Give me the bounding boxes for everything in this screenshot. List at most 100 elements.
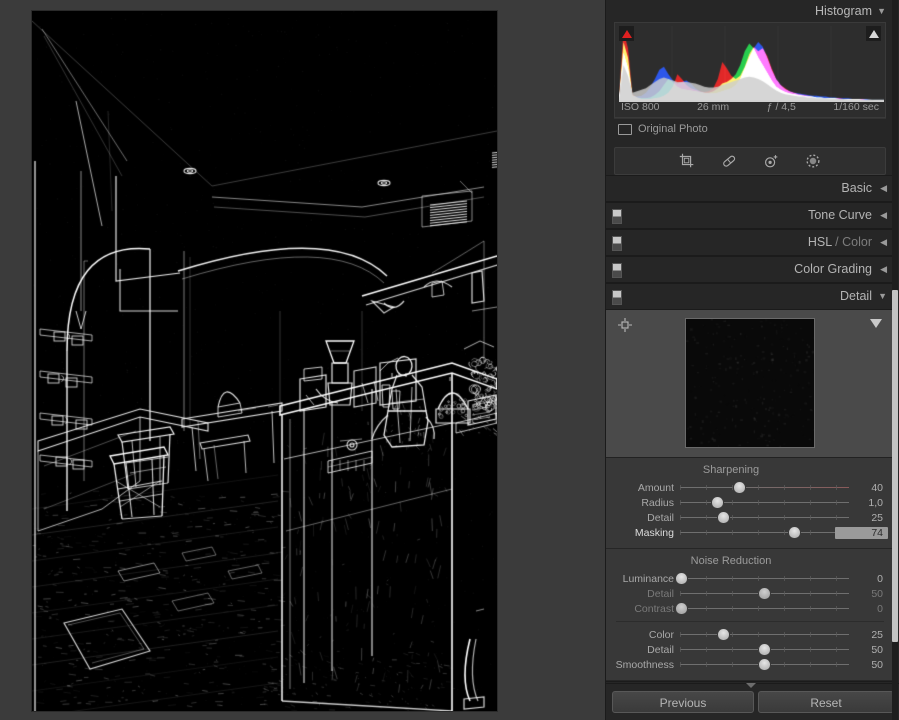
slider-row-detail[interactable]: Detail 25 (612, 510, 888, 525)
slider-ticks (680, 576, 849, 581)
panel-scrollbar-thumb[interactable] (892, 290, 898, 642)
slider-track-color-detail[interactable] (680, 643, 849, 656)
histogram-title: Histogram (815, 4, 872, 18)
preview-arrow-icon[interactable] (870, 319, 882, 328)
slider-handle-luminance-contrast[interactable] (676, 603, 688, 614)
target-adjust-icon[interactable] (618, 318, 632, 332)
panel-switch-color-grading[interactable] (612, 263, 622, 278)
preview-noise-canvas (686, 319, 814, 447)
panel-switch-tone-curve[interactable] (612, 209, 622, 224)
slider-label-luminance-contrast: Contrast (634, 602, 674, 615)
panel-switch-hsl-color[interactable] (612, 236, 622, 251)
nr-divider (616, 621, 884, 622)
panel-header-tone-curve[interactable]: Tone Curve ◀ (606, 202, 894, 229)
previous-button[interactable]: Previous (612, 691, 754, 713)
detail-preview-thumbnail[interactable] (685, 318, 815, 448)
detail-preview-area[interactable] (606, 310, 894, 458)
slider-value-radius[interactable]: 1,0 (849, 497, 888, 509)
slider-track-luminance-contrast[interactable] (676, 602, 849, 615)
slider-row-color-detail[interactable]: Detail 50 (612, 642, 888, 657)
panel-switch-detail[interactable] (612, 290, 622, 305)
slider-row-amount[interactable]: Amount 40 (612, 480, 888, 495)
slider-value-luminance-contrast[interactable]: 0 (849, 603, 888, 615)
chevron-left-icon[interactable]: ◀ (880, 176, 887, 201)
slider-handle-luminance-detail[interactable] (759, 588, 770, 599)
panel-label-tone-curve: Tone Curve (808, 208, 872, 222)
slider-label-amount: Amount (637, 481, 674, 494)
slider-ticks (680, 632, 849, 637)
exif-row: ISO 800 26 mm ƒ / 4,5 1/160 sec (621, 99, 879, 115)
slider-row-luminance-detail[interactable]: Detail 50 (612, 586, 888, 601)
slider-track-luminance-detail[interactable] (680, 587, 849, 600)
slider-track-color[interactable] (680, 628, 849, 641)
histogram-header[interactable]: Histogram ▼ (606, 0, 894, 22)
slider-handle-amount[interactable] (733, 482, 745, 493)
slider-track-radius[interactable] (680, 496, 849, 509)
highlight-clipping-warning-icon[interactable] (866, 26, 881, 41)
slider-value-luminance[interactable]: 0 (849, 573, 888, 585)
panel-header-basic[interactable]: Basic ◀ (606, 175, 894, 202)
slider-track-detail[interactable] (680, 511, 849, 524)
panel-label-color[interactable]: / Color (835, 235, 872, 249)
panel-header-color-grading[interactable]: Color Grading ◀ (606, 256, 894, 283)
slider-handle-masking[interactable] (789, 527, 801, 538)
slider-row-color-smoothness[interactable]: Smoothness 50 (612, 657, 888, 672)
slider-handle-luminance[interactable] (676, 573, 688, 584)
slider-value-color-smoothness[interactable]: 50 (849, 659, 888, 671)
slider-row-masking[interactable]: Masking 74 (612, 525, 888, 540)
slider-row-color[interactable]: Color 25 (612, 627, 888, 642)
slider-value-luminance-detail[interactable]: 50 (849, 588, 888, 600)
slider-value-detail[interactable]: 25 (849, 512, 888, 524)
image-canvas-area (0, 0, 605, 720)
spot-removal-tool[interactable] (720, 152, 738, 170)
slider-value-amount[interactable]: 40 (849, 482, 888, 494)
panel-label-hsl: HSL (807, 235, 832, 249)
slider-track-amount[interactable] (680, 481, 849, 494)
sharpening-group: Sharpening Amount 40 Radius 1,0 Detail 25 Mask… (606, 458, 894, 549)
slider-label-radius: Radius (641, 496, 674, 509)
exif-iso: ISO 800 (621, 101, 660, 113)
masking-overlay-image[interactable] (32, 11, 497, 711)
chevron-left-icon[interactable]: ◀ (880, 203, 887, 228)
panel-label-color-grading: Color Grading (794, 262, 872, 276)
photo-preview[interactable] (32, 11, 497, 711)
slider-label-masking: Masking (634, 526, 674, 539)
panel-scroll-region: Histogram ▼ ISO 800 26 mm ƒ / 4,5 1/160 … (606, 0, 894, 684)
reset-button[interactable]: Reset (758, 691, 894, 713)
slider-value-masking[interactable]: 74 (835, 526, 888, 539)
panel-header-hsl-color[interactable]: HSL / Color ◀ (606, 229, 894, 256)
crop-overlay-tool[interactable] (678, 152, 696, 170)
triangle-down-icon[interactable]: ▼ (877, 0, 886, 22)
triangle-down-icon[interactable]: ▼ (878, 284, 887, 309)
panel-footer: Previous Reset (606, 683, 899, 720)
original-photo-label: Original Photo (638, 123, 708, 135)
slider-handle-color-detail[interactable] (759, 644, 770, 655)
slider-handle-radius[interactable] (711, 497, 723, 508)
luminance-noise-sliders: Luminance 0 Detail 50 Contrast 0 (606, 571, 894, 616)
exif-aperture: ƒ / 4,5 (766, 101, 796, 113)
exif-shutter: 1/160 sec (833, 101, 879, 113)
slider-handle-detail[interactable] (718, 512, 730, 523)
collapse-caret-icon[interactable] (746, 683, 756, 688)
slider-value-color[interactable]: 25 (849, 629, 888, 641)
slider-track-masking[interactable] (680, 526, 835, 539)
red-eye-correction-tool[interactable] (762, 152, 780, 170)
chevron-left-icon[interactable]: ◀ (880, 257, 887, 282)
chevron-left-icon[interactable]: ◀ (880, 230, 887, 255)
slider-value-color-detail[interactable]: 50 (849, 644, 888, 656)
lightroom-develop-window: Histogram ▼ ISO 800 26 mm ƒ / 4,5 1/160 … (0, 0, 899, 720)
slider-row-radius[interactable]: Radius 1,0 (612, 495, 888, 510)
slider-handle-color[interactable] (718, 629, 730, 640)
slider-handle-color-smoothness[interactable] (759, 659, 770, 670)
masking-tool[interactable] (804, 152, 822, 170)
histogram-box[interactable]: ISO 800 26 mm ƒ / 4,5 1/160 sec (614, 22, 886, 118)
slider-row-luminance[interactable]: Luminance 0 (612, 571, 888, 586)
panel-header-detail[interactable]: Detail ▼ (606, 283, 894, 310)
panel-label-basic: Basic (841, 181, 872, 195)
original-photo-row[interactable]: Original Photo (614, 118, 886, 139)
shadow-clipping-warning-icon[interactable] (619, 26, 634, 41)
slider-row-luminance-contrast[interactable]: Contrast 0 (612, 601, 888, 616)
slider-track-luminance[interactable] (676, 572, 849, 585)
noise-reduction-group: Noise Reduction Luminance 0 Detail 50 Contra… (606, 549, 894, 681)
slider-track-color-smoothness[interactable] (680, 658, 849, 671)
